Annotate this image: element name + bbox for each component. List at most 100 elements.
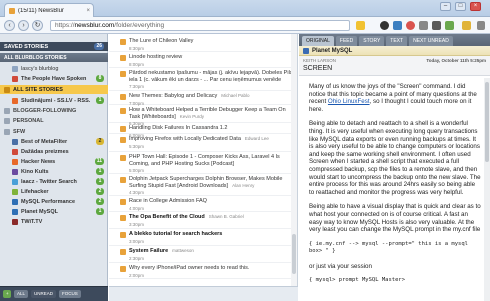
story-row[interactable]: How a Whiteboard Helped a Terrible Debug… [109,105,297,126]
story-row[interactable]: Race in College Admission FAQ 4:00pm [109,196,297,212]
story-author: Kevin Purdy [179,113,205,119]
tab-original[interactable]: ORIGINAL [302,36,334,46]
feed-label: Planet MySQL [21,208,58,215]
tab-text[interactable]: TEXT [386,36,408,46]
my-blurblog-label: lascy's blurblog [21,65,59,72]
all-site-stories[interactable]: ALL SITE STORIES [0,85,108,94]
tab-story[interactable]: STORY [359,36,385,46]
feed-item[interactable]: MySQL Performance 2 [0,197,108,206]
story-title: Handling Disk Failures In Cassandra 1.2 [129,125,228,131]
rss-icon [12,97,18,104]
story-date: 2:00pm [129,272,145,278]
feed-favicon-icon [120,126,126,132]
extension-yellow-icon[interactable] [462,21,471,30]
story-date: 8:30pm [129,45,145,51]
story-row[interactable]: Handling Disk Failures In Cassandra 1.2 6… [109,123,297,138]
browser-tab[interactable]: (15/11) NewsBlur × [4,3,94,17]
story-row[interactable]: Dolphin Jetpack Supercharges Dolphin Bro… [109,174,297,196]
story-title: Why every iPhone/iPad owner needs to rea… [129,265,250,271]
all-blurblog-stories[interactable]: ALL BLURBLOG STORIES [0,53,108,62]
story-row[interactable]: Improving Firefox with Locally Dedicated… [109,134,297,152]
story-pane-scrollbar[interactable] [484,78,490,301]
feed-favicon-icon [120,39,126,45]
story-text: New Themes: Babylog and Delicacy Michael … [129,93,295,100]
close-window-button[interactable]: × [470,2,481,11]
story-title: PHP Town Hall: Episode 1 - Composer Kick… [129,154,280,167]
story-date: 8:00pm [129,61,145,67]
feed-item[interactable]: Hacker News 11 [0,157,108,166]
story-paragraph: Being able to detach and reattach to a s… [309,120,481,196]
story-row[interactable]: Linode hosting review 8:00pm [109,52,297,68]
folder-personal[interactable]: PERSONAL [0,116,108,125]
extension-blue-icon[interactable] [393,21,402,30]
filter-all-button[interactable]: ALL [14,290,29,298]
feed-favicon-icon [120,266,126,272]
story-row[interactable]: The Lure of Chileon Valley 8:30pm [109,36,297,52]
wrench-menu-icon[interactable] [477,21,485,30]
story-paragraph: or just via your session [309,262,372,270]
close-tab-icon[interactable]: × [86,8,90,14]
folder-blogger-following[interactable]: BLOGGER-FOLLOWING [0,106,108,115]
story-row[interactable]: New Themes: Babylog and Delicacy Michael … [109,91,297,106]
url-scheme: https:// [55,22,75,29]
bookmark-star-icon[interactable] [356,21,365,30]
feed-sludinajumi[interactable]: Sludinājumi - SS.LV - RSS. 1 [0,96,108,105]
extension-gray-icon[interactable] [419,21,428,30]
folder-sfw[interactable]: SFW [0,127,108,136]
url-bar[interactable]: https://newsblur.com/folder/everything [50,20,350,31]
feed-item[interactable]: Best of MetaFilter 2 [0,137,108,146]
forward-icon[interactable]: › [18,20,29,31]
story-row[interactable]: A blekko tutorial for search hackers 3:00… [109,229,297,246]
feed-sidebar: SAVED STORIES 26 ALL BLURBLOG STORIES la… [0,34,108,301]
story-header: Keith Larson Today, October 11th 5:25pm … [299,56,490,76]
feed-label: laacz - Twitter Search [21,178,77,185]
story-row[interactable]: Pārdod nekustamo īpašumu - mājas (j. akī… [109,68,297,91]
story-row[interactable]: Why every iPhone/iPad owner needs to rea… [109,263,297,279]
newsblur-favicon-icon [9,7,15,14]
feed-count: 1 [96,168,104,175]
story-title: The Opa Benefit of the Cloud [129,214,205,220]
story-list-scrollbar[interactable] [291,34,297,286]
filter-unread-button[interactable]: UNREAD [31,290,57,298]
add-feed-button[interactable]: + [3,290,11,298]
story-title: A blekko tutorial for search hackers [129,231,223,237]
story-feed-title: Planet MySQL [312,47,353,54]
feed-item[interactable]: Dažādas preizmes [0,147,108,156]
feed-item[interactable]: laacz - Twitter Search 1 [0,177,108,186]
extension-glasses-icon[interactable] [380,21,389,30]
feed-item[interactable]: Planet MySQL 1 [0,207,108,216]
back-icon[interactable]: ‹ [4,20,15,31]
scroll-thumb[interactable] [485,82,489,162]
tab-feed[interactable]: FEED [335,36,358,46]
feed-item[interactable]: Kino Kults 1 [0,167,108,176]
story-row[interactable]: The Opa Benefit of the Cloud Shawn B. Gab… [109,212,297,229]
reload-icon[interactable]: ↻ [32,20,43,31]
story-row[interactable]: PHP Town Hall: Episode 1 - Composer Kick… [109,152,297,174]
story-content: Many of us know the joys of the "Screen"… [299,78,487,301]
feed-favicon-icon [12,198,18,205]
story-title: New Themes: Babylog and Delicacy [129,93,218,99]
story-row[interactable]: System Failure mattweson 2:30pm [109,246,297,263]
scroll-thumb[interactable] [292,234,296,274]
story-feed-bar[interactable]: Planet MySQL [299,46,490,56]
filter-focus-button[interactable]: FOCUS [59,290,81,298]
feed-favicon-icon [12,168,18,175]
my-blurblog[interactable]: lascy's blurblog [0,64,108,73]
minimize-window-button[interactable]: – [440,2,451,11]
story-title: Race in College Admission FAQ [129,198,207,204]
feed-item[interactable]: TWiT.TV [0,217,108,226]
extension-green-icon[interactable] [445,21,454,30]
maximize-window-button[interactable]: □ [455,2,466,11]
people-have-spoken[interactable]: The People Have Spoken 8 [0,74,108,83]
story-paragraph: Many of us know the joys of the "Screen"… [309,83,481,113]
feed-count: 2 [96,138,104,145]
story-author: mattweson [172,248,194,253]
extension-dark-icon[interactable] [432,21,441,30]
story-title[interactable]: SCREEN [303,65,486,72]
extension-red-icon[interactable] [406,21,415,30]
story-text: The Opa Benefit of the Cloud Shawn B. Gab… [129,214,295,221]
tab-next-unread[interactable]: NEXT UNREAD [409,36,453,46]
feed-item[interactable]: Lifehacker 2 [0,187,108,196]
ohio-linuxfest-link[interactable]: Ohio LinuxFest [328,98,370,105]
saved-stories[interactable]: SAVED STORIES 26 [0,42,108,51]
